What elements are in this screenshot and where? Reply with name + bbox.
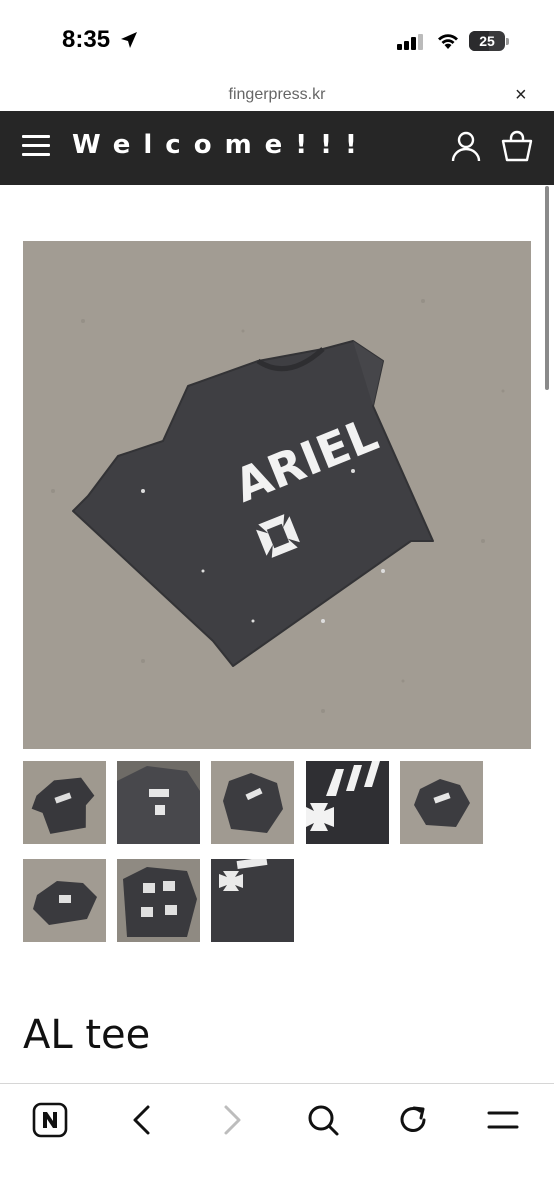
- forward-icon[interactable]: [218, 1102, 246, 1138]
- user-icon[interactable]: [451, 131, 481, 163]
- back-icon[interactable]: [128, 1102, 156, 1138]
- product-thumbnail[interactable]: [117, 761, 200, 844]
- product-title: AL tee: [23, 1012, 151, 1058]
- product-thumbnail[interactable]: [117, 859, 200, 942]
- battery-icon: 25: [469, 31, 505, 51]
- browser-toolbar: [0, 1084, 554, 1200]
- shopping-bag-icon[interactable]: [501, 130, 533, 162]
- naver-icon[interactable]: [32, 1102, 68, 1138]
- product-thumbnail[interactable]: [23, 859, 106, 942]
- product-thumbnail[interactable]: [211, 859, 294, 942]
- page-scrollbar[interactable]: [545, 186, 549, 390]
- battery-level-text: 25: [479, 33, 495, 49]
- signal-icon: [397, 34, 423, 50]
- close-icon[interactable]: ×: [515, 84, 527, 107]
- url-bar[interactable]: fingerpress.kr ×: [0, 80, 554, 110]
- product-thumbnail[interactable]: [211, 761, 294, 844]
- location-arrow-icon: [121, 32, 137, 48]
- search-icon[interactable]: [306, 1102, 340, 1138]
- status-time: 8:35: [62, 26, 111, 53]
- reload-icon[interactable]: [396, 1102, 430, 1138]
- site-brand[interactable]: Welcome!!!: [72, 130, 370, 160]
- url-text[interactable]: fingerpress.kr: [0, 86, 554, 104]
- product-thumbnail[interactable]: [400, 761, 483, 844]
- product-thumbnail[interactable]: [306, 761, 389, 844]
- tabs-menu-icon[interactable]: [486, 1102, 520, 1138]
- product-main-image[interactable]: ARIEL: [23, 241, 531, 749]
- status-bar: 8:35 25: [0, 0, 554, 80]
- product-thumbnail[interactable]: [23, 761, 106, 844]
- wifi-icon: [438, 34, 458, 49]
- site-header: Welcome!!!: [0, 111, 554, 185]
- menu-icon[interactable]: [22, 135, 50, 157]
